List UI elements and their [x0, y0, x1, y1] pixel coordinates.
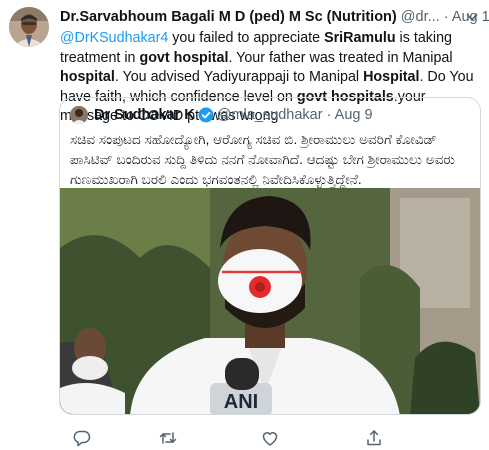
like-icon[interactable] [260, 428, 280, 448]
quoted-author-handle[interactable]: @mla_sudhakar [217, 107, 323, 123]
separator-dot: · [443, 9, 449, 25]
tweet-text-segment: . Your father was treated in Manipal [228, 49, 453, 66]
share-icon[interactable] [364, 428, 384, 448]
quoted-tweet-image[interactable]: ANI [60, 188, 480, 414]
quoted-tweet[interactable]: Dr Sudhakar K @mla_sudhakar · Aug 9 ಸಚಿವ… [59, 97, 481, 415]
retweet-icon[interactable] [158, 428, 178, 448]
quoted-tweet-header: Dr Sudhakar K @mla_sudhakar · Aug 9 [70, 106, 373, 124]
highlighted-text: hospital [60, 69, 115, 85]
highlighted-text: govt hospital [139, 49, 229, 66]
quoted-author-name[interactable]: Dr Sudhakar K [94, 107, 195, 123]
tweet[interactable]: Dr.Sarvabhoum Bagali M D (ped) M Sc (Nut… [0, 0, 489, 450]
author-name[interactable]: Dr.Sarvabhoum Bagali M D (ped) M Sc (Nut… [60, 9, 397, 25]
tweet-header: Dr.Sarvabhoum Bagali M D (ped) M Sc (Nut… [60, 8, 489, 26]
highlighted-text: Hospital [363, 69, 420, 85]
tweet-text-segment: . You advised Yadiyurappaji to Manipal [114, 69, 364, 85]
chevron-down-icon[interactable] [464, 9, 480, 25]
separator-dot: · [326, 107, 332, 123]
mic-label: ANI [224, 391, 258, 413]
avatar[interactable] [9, 7, 49, 47]
verified-badge-icon [198, 107, 214, 128]
author-handle[interactable]: @dr... [401, 9, 440, 25]
mention-link[interactable]: @DrKSudhakar4 [60, 30, 168, 46]
quoted-tweet-date[interactable]: Aug 9 [335, 107, 373, 123]
highlighted-text: SriRamulu [324, 30, 396, 46]
quoted-avatar [70, 106, 88, 124]
tweet-actions [60, 428, 480, 448]
tweet-text-segment: you failed to appreciate [168, 30, 325, 46]
reply-icon[interactable] [72, 428, 92, 448]
quoted-tweet-text: ಸಚಿವ ಸಂಪುಟದ ಸಹೋದ್ಯೋಗಿ, ಆರೋಗ್ಯ ಸಚಿವ ಬಿ. ಶ… [70, 132, 455, 187]
